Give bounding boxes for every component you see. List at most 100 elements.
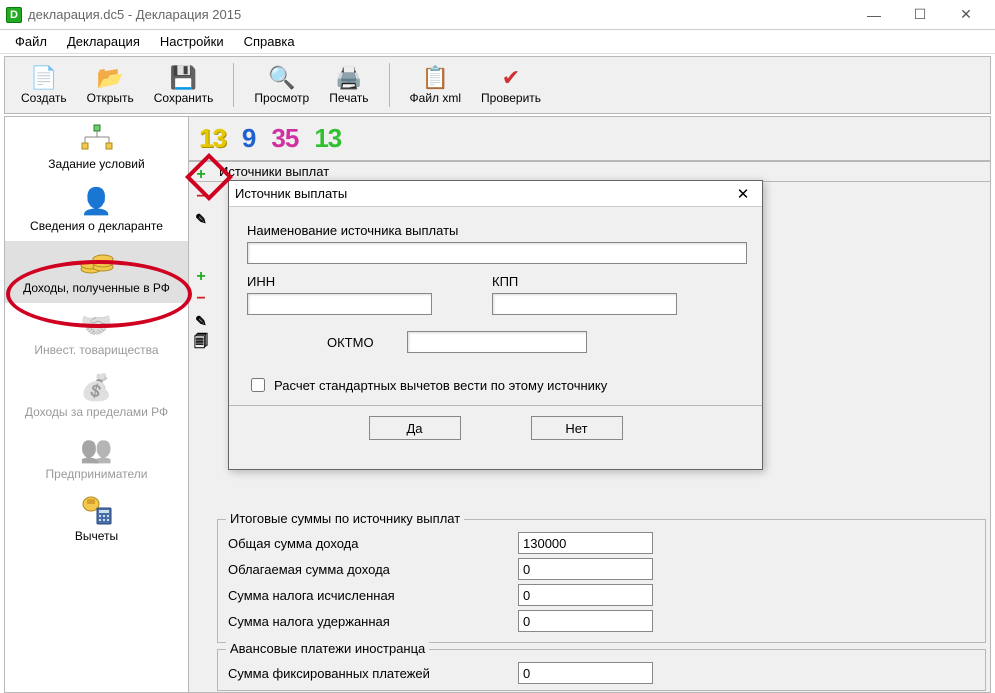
tab-35[interactable]: 35	[263, 123, 306, 154]
dialog-no-button[interactable]: Нет	[531, 416, 623, 440]
dialog-title: Источник выплаты	[235, 186, 730, 201]
sidebar-item-income-abroad[interactable]: 💰 Доходы за пределами РФ	[5, 365, 188, 427]
check-label: Проверить	[481, 91, 541, 105]
tax-withheld-field[interactable]	[518, 610, 653, 632]
coins-icon	[77, 247, 117, 279]
tab-13-yellow[interactable]: 13	[191, 123, 234, 154]
tax-calculated-label: Сумма налога исчисленная	[228, 588, 518, 603]
tax-withheld-label: Сумма налога удержанная	[228, 614, 518, 629]
sidebar: Задание условий 👤 Сведения о декларанте …	[4, 116, 189, 693]
kpp-input[interactable]	[492, 293, 677, 315]
fixed-payments-field[interactable]	[518, 662, 653, 684]
kpp-label: КПП	[492, 274, 677, 289]
check-button[interactable]: ✔ Проверить	[471, 63, 551, 107]
save-button[interactable]: 💾 Сохранить	[144, 63, 224, 107]
window-title: декларация.dc5 - Декларация 2015	[28, 7, 851, 22]
menu-declaration[interactable]: Декларация	[60, 32, 147, 51]
inn-input[interactable]	[247, 293, 432, 315]
sidebar-label-income-abroad: Доходы за пределами РФ	[25, 405, 168, 419]
print-label: Печать	[329, 91, 368, 105]
source-dialog: Источник выплаты ✕ Наименование источник…	[228, 180, 763, 470]
briefcase-users-icon: 👥	[77, 433, 117, 465]
source-name-label: Наименование источника выплаты	[247, 223, 744, 238]
totals-title: Итоговые суммы по источнику выплат	[226, 511, 464, 526]
print-button[interactable]: 🖨️ Печать	[319, 63, 378, 107]
standard-deduction-label: Расчет стандартных вычетов вести по этом…	[274, 378, 607, 393]
preview-label: Просмотр	[254, 91, 309, 105]
remove-income-button[interactable]: −	[191, 289, 211, 309]
menu-help[interactable]: Справка	[237, 32, 302, 51]
preview-button[interactable]: 🔍 Просмотр	[244, 63, 319, 107]
print-icon: 🖨️	[336, 65, 362, 91]
sidebar-label-deductions: Вычеты	[75, 529, 118, 543]
xml-button[interactable]: 📋 Файл xml	[400, 63, 472, 107]
sources-header: Источники выплат	[189, 161, 990, 182]
flowchart-icon	[77, 123, 117, 155]
new-file-icon: 📄	[31, 65, 57, 91]
oktmo-label: ОКТМО	[247, 335, 407, 350]
toolbar-separator	[233, 63, 234, 107]
edit-income-button[interactable]: ✎	[191, 311, 211, 331]
sidebar-item-entrepreneurs[interactable]: 👥 Предприниматели	[5, 427, 188, 489]
oktmo-input[interactable]	[407, 331, 587, 353]
taxable-income-label: Облагаемая сумма дохода	[228, 562, 518, 577]
money-bag-icon: 💰	[77, 371, 117, 403]
person-icon: 👤	[77, 185, 117, 217]
tab-9[interactable]: 9	[234, 123, 263, 154]
sidebar-item-declarant[interactable]: 👤 Сведения о декларанте	[5, 179, 188, 241]
sources-header-label: Источники выплат	[219, 164, 329, 179]
edit-source-button[interactable]: ✎	[191, 209, 211, 229]
source-name-input[interactable]	[247, 242, 747, 264]
toolbar: 📄 Создать 📂 Открыть 💾 Сохранить 🔍 Просмо…	[4, 56, 991, 114]
repeat-income-button[interactable]: 🗐	[191, 333, 211, 353]
toolbar-separator	[389, 63, 390, 107]
maximize-button[interactable]: ☐	[897, 0, 943, 30]
close-button[interactable]: ✕	[943, 0, 989, 30]
advance-groupbox: Авансовые платежи иностранца Сумма фикси…	[217, 649, 986, 691]
menubar: Файл Декларация Настройки Справка	[0, 30, 995, 54]
taxable-income-field[interactable]	[518, 558, 653, 580]
sidebar-item-deductions[interactable]: Вычеты	[5, 489, 188, 551]
app-icon: D	[6, 7, 22, 23]
add-income-button[interactable]: +	[191, 267, 211, 287]
total-income-field[interactable]	[518, 532, 653, 554]
add-source-button[interactable]: +	[191, 165, 211, 185]
folder-open-icon: 📂	[97, 65, 123, 91]
inn-label: ИНН	[247, 274, 432, 289]
xml-icon: 📋	[422, 65, 448, 91]
check-icon: ✔	[498, 65, 524, 91]
dialog-close-button[interactable]: ✕	[730, 185, 756, 203]
minimize-button[interactable]: —	[851, 0, 897, 30]
sidebar-label-invest: Инвест. товарищества	[34, 343, 158, 357]
menu-file[interactable]: Файл	[8, 32, 54, 51]
titlebar: D декларация.dc5 - Декларация 2015 — ☐ ✕	[0, 0, 995, 30]
menu-settings[interactable]: Настройки	[153, 32, 231, 51]
standard-deduction-checkbox[interactable]	[251, 378, 265, 392]
xml-label: Файл xml	[410, 91, 462, 105]
create-button[interactable]: 📄 Создать	[11, 63, 77, 107]
open-label: Открыть	[87, 91, 134, 105]
dialog-yes-button[interactable]: Да	[369, 416, 461, 440]
preview-icon: 🔍	[269, 65, 295, 91]
tab-13-green[interactable]: 13	[306, 123, 349, 154]
totals-groupbox: Итоговые суммы по источнику выплат Общая…	[217, 519, 986, 643]
sidebar-label-entrepreneurs: Предприниматели	[46, 467, 148, 481]
sidebar-label-income-rf: Доходы, полученные в РФ	[23, 281, 170, 295]
sidebar-label-conditions: Задание условий	[48, 157, 144, 171]
sidebar-item-invest[interactable]: 🤝 Инвест. товарищества	[5, 303, 188, 365]
tax-rate-tabs: 13 9 35 13	[189, 117, 990, 161]
handshake-icon: 🤝	[77, 309, 117, 341]
fixed-payments-label: Сумма фиксированных платежей	[228, 666, 518, 681]
save-icon: 💾	[171, 65, 197, 91]
sidebar-label-declarant: Сведения о декларанте	[30, 219, 163, 233]
total-income-label: Общая сумма дохода	[228, 536, 518, 551]
tax-calculated-field[interactable]	[518, 584, 653, 606]
sidebar-item-conditions[interactable]: Задание условий	[5, 117, 188, 179]
remove-source-button[interactable]: −	[191, 187, 211, 207]
open-button[interactable]: 📂 Открыть	[77, 63, 144, 107]
create-label: Создать	[21, 91, 67, 105]
calculator-icon	[77, 495, 117, 527]
sidebar-item-income-rf[interactable]: Доходы, полученные в РФ	[5, 241, 188, 303]
dialog-titlebar[interactable]: Источник выплаты ✕	[229, 181, 762, 207]
save-label: Сохранить	[154, 91, 214, 105]
